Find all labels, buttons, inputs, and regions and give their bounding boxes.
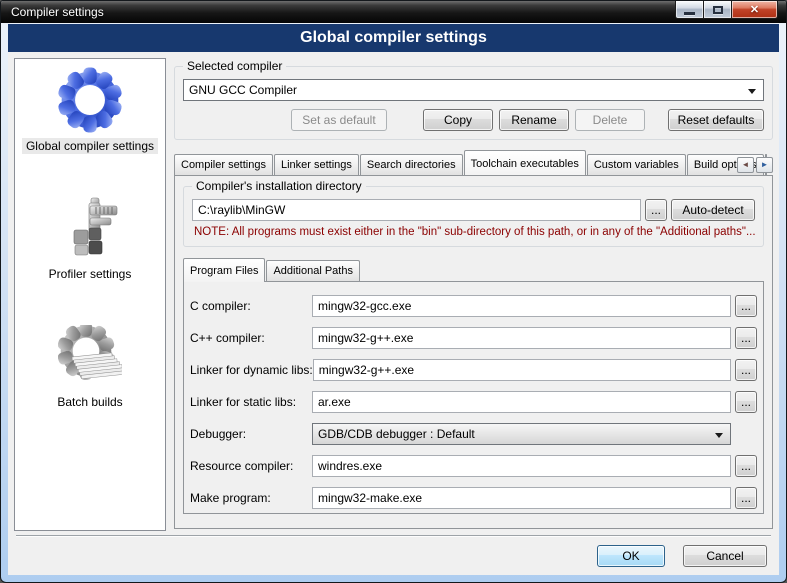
- make-program-row: Make program: ...: [190, 487, 757, 509]
- close-button[interactable]: ✕: [732, 1, 778, 19]
- set-as-default-button[interactable]: Set as default: [291, 109, 387, 131]
- installation-directory-browse-button[interactable]: ...: [645, 199, 667, 221]
- restore-button[interactable]: [704, 1, 732, 19]
- dynamic-linker-input[interactable]: [313, 359, 731, 381]
- settings-category-list: Global compiler settings Profiler: [14, 58, 166, 531]
- sidebar-item-label: Batch builds: [53, 394, 126, 410]
- make-program-input[interactable]: [312, 487, 731, 509]
- scroll-left-icon: ◄: [742, 161, 750, 169]
- installation-directory-group: Compiler's installation directory ... Au…: [183, 186, 764, 247]
- dynamic-linker-browse-button[interactable]: ...: [735, 359, 757, 381]
- compiler-settings-window: Compiler settings ✕ Global compiler sett…: [0, 0, 787, 583]
- sidebar-item-profiler-settings[interactable]: Profiler settings: [45, 197, 136, 282]
- tab-linker-settings[interactable]: Linker settings: [274, 154, 359, 175]
- auto-detect-button[interactable]: Auto-detect: [671, 199, 755, 221]
- make-program-label: Make program:: [190, 491, 312, 505]
- dynamic-linker-row: Linker for dynamic libs: ...: [190, 359, 757, 381]
- compiler-select[interactable]: GNU GCC Compiler: [183, 79, 764, 101]
- compiler-select-value: GNU GCC Compiler: [189, 83, 297, 97]
- gray-gear-papers-icon: [58, 325, 122, 389]
- static-linker-label: Linker for static libs:: [190, 395, 312, 409]
- caption-buttons: ✕: [675, 1, 778, 19]
- dialog-content: Global compiler settings Global compiler…: [8, 24, 779, 575]
- static-linker-row: Linker for static libs: ...: [190, 391, 757, 413]
- tab-scroll-left-button[interactable]: ◄: [737, 157, 754, 173]
- sidebar-item-label: Profiler settings: [45, 266, 136, 282]
- resource-compiler-label: Resource compiler:: [190, 459, 312, 473]
- c-compiler-browse-button[interactable]: ...: [735, 295, 757, 317]
- page-title: Global compiler settings: [8, 24, 779, 52]
- selected-compiler-group-label: Selected compiler: [183, 59, 286, 73]
- sidebar-item-batch-builds[interactable]: Batch builds: [53, 325, 126, 410]
- cpp-compiler-input[interactable]: [312, 327, 731, 349]
- resource-compiler-row: Resource compiler: ...: [190, 455, 757, 477]
- cpp-compiler-label: C++ compiler:: [190, 331, 312, 345]
- resource-compiler-input[interactable]: [312, 455, 731, 477]
- cpp-compiler-row: C++ compiler: ...: [190, 327, 757, 349]
- tab-custom-variables[interactable]: Custom variables: [587, 154, 686, 175]
- c-compiler-row: C compiler: ...: [190, 295, 757, 317]
- tab-scrollers: ◄ ►: [737, 157, 773, 173]
- debugger-label: Debugger:: [190, 427, 312, 441]
- make-program-browse-button[interactable]: ...: [735, 487, 757, 509]
- scroll-right-icon: ►: [761, 161, 769, 169]
- dynamic-linker-label: Linker for dynamic libs:: [190, 363, 313, 377]
- footer: OK Cancel: [8, 537, 779, 575]
- program-files-panel: C compiler: ... C++ compiler: ... Linker…: [183, 281, 764, 514]
- close-icon: ✕: [750, 3, 759, 16]
- installation-directory-group-label: Compiler's installation directory: [192, 179, 366, 193]
- caliper-icon: [58, 197, 122, 261]
- titlebar: Compiler settings ✕: [1, 1, 786, 23]
- debugger-select[interactable]: GDB/CDB debugger : Default: [312, 423, 731, 445]
- sidebar-item-label: Global compiler settings: [22, 138, 158, 154]
- tab-program-files[interactable]: Program Files: [183, 258, 265, 282]
- settings-tabstrip: Compiler settings Linker settings Search…: [174, 149, 773, 175]
- resource-compiler-browse-button[interactable]: ...: [735, 455, 757, 477]
- tab-compiler-settings[interactable]: Compiler settings: [174, 154, 273, 175]
- reset-defaults-button[interactable]: Reset defaults: [668, 109, 764, 131]
- rename-button[interactable]: Rename: [499, 109, 569, 131]
- tab-search-directories[interactable]: Search directories: [360, 154, 463, 175]
- minimize-button[interactable]: [675, 1, 704, 19]
- window-title: Compiler settings: [1, 5, 104, 19]
- installation-note: NOTE: All programs must exist either in …: [194, 226, 755, 238]
- tab-scroll-right-button[interactable]: ►: [756, 157, 773, 173]
- c-compiler-label: C compiler:: [190, 299, 312, 313]
- minimize-icon: [684, 12, 695, 15]
- cancel-button[interactable]: Cancel: [683, 545, 767, 567]
- cpp-compiler-browse-button[interactable]: ...: [735, 327, 757, 349]
- selected-compiler-group: Selected compiler GNU GCC Compiler Set a…: [174, 66, 773, 140]
- blue-gear-icon: [57, 67, 123, 133]
- ok-button[interactable]: OK: [597, 545, 665, 567]
- debugger-select-value: GDB/CDB debugger : Default: [318, 427, 475, 441]
- tab-toolchain-executables[interactable]: Toolchain executables: [464, 150, 586, 175]
- toolchain-executables-panel: Compiler's installation directory ... Au…: [174, 175, 773, 529]
- sidebar-item-global-compiler-settings[interactable]: Global compiler settings: [22, 67, 158, 154]
- tab-additional-paths[interactable]: Additional Paths: [266, 260, 360, 281]
- programs-tabstrip: Program Files Additional Paths: [183, 257, 764, 281]
- static-linker-input[interactable]: [312, 391, 731, 413]
- debugger-row: Debugger: GDB/CDB debugger : Default: [190, 423, 757, 445]
- restore-icon: [713, 6, 723, 14]
- installation-directory-input[interactable]: [192, 199, 641, 221]
- delete-button[interactable]: Delete: [575, 109, 645, 131]
- static-linker-browse-button[interactable]: ...: [735, 391, 757, 413]
- c-compiler-input[interactable]: [312, 295, 731, 317]
- copy-button[interactable]: Copy: [423, 109, 493, 131]
